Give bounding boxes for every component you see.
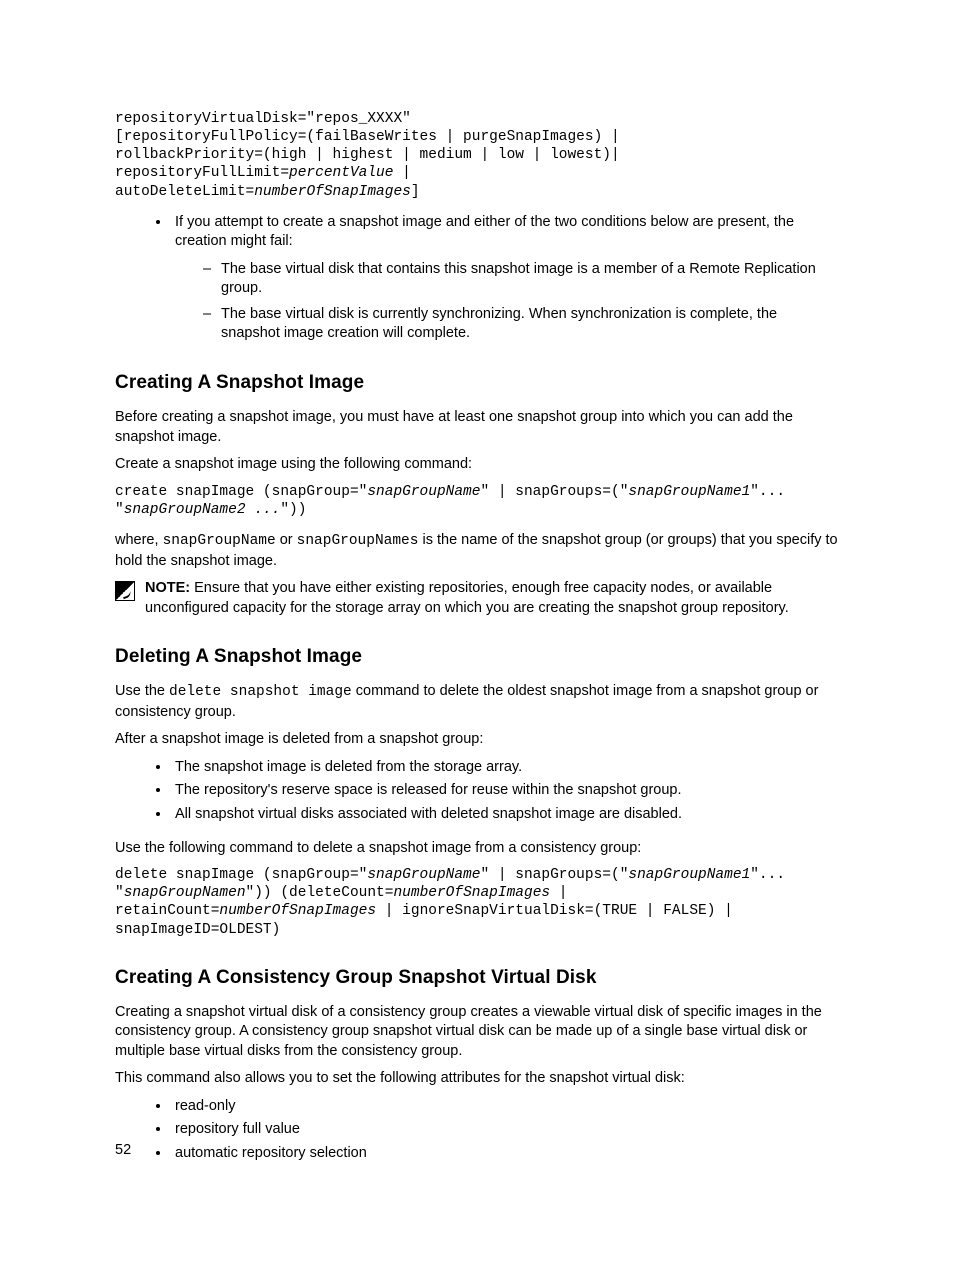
paragraph: where, snapGroupName or snapGroupNames i…: [115, 531, 839, 571]
code-block-create-snapimage: create snapImage (snapGroup="snapGroupNa…: [115, 483, 839, 519]
bullet-list-cg-attributes: read-only repository full value automati…: [115, 1097, 839, 1164]
list-item: repository full value: [171, 1120, 839, 1140]
list-item: The base virtual disk that contains this…: [203, 260, 839, 299]
document-page: repositoryVirtualDisk="repos_XXXX" [repo…: [0, 0, 954, 1268]
paragraph: This command also allows you to set the …: [115, 1069, 839, 1089]
note-text: NOTE: Ensure that you have either existi…: [145, 579, 839, 618]
list-item-text: If you attempt to create a snapshot imag…: [175, 214, 794, 250]
paragraph: Create a snapshot image using the follow…: [115, 455, 839, 475]
list-item: automatic repository selection: [171, 1144, 839, 1164]
paragraph: After a snapshot image is deleted from a…: [115, 730, 839, 750]
list-item: All snapshot virtual disks associated wi…: [171, 805, 839, 825]
paragraph: Use the following command to delete a sn…: [115, 839, 839, 859]
bullet-list-conditions: If you attempt to create a snapshot imag…: [115, 213, 839, 344]
note-callout: NOTE: Ensure that you have either existi…: [115, 579, 839, 618]
note-icon: [115, 581, 135, 601]
code-block-delete-snapimage: delete snapImage (snapGroup="snapGroupNa…: [115, 866, 839, 939]
list-item: If you attempt to create a snapshot imag…: [171, 213, 839, 344]
code-block-repository-options: repositoryVirtualDisk="repos_XXXX" [repo…: [115, 110, 839, 201]
list-item: read-only: [171, 1097, 839, 1117]
heading-creating-cg-snapshot-vdisk: Creating A Consistency Group Snapshot Vi…: [115, 967, 839, 989]
list-item: The snapshot image is deleted from the s…: [171, 758, 839, 778]
heading-deleting-snapshot-image: Deleting A Snapshot Image: [115, 646, 839, 668]
paragraph: Creating a snapshot virtual disk of a co…: [115, 1003, 839, 1062]
list-item: The repository's reserve space is releas…: [171, 781, 839, 801]
list-item: The base virtual disk is currently synch…: [203, 305, 839, 344]
sub-list: The base virtual disk that contains this…: [175, 260, 839, 344]
bullet-list-delete-effects: The snapshot image is deleted from the s…: [115, 758, 839, 825]
page-number: 52: [115, 1142, 131, 1158]
paragraph: Before creating a snapshot image, you mu…: [115, 408, 839, 447]
heading-creating-snapshot-image: Creating A Snapshot Image: [115, 372, 839, 394]
paragraph: Use the delete snapshot image command to…: [115, 682, 839, 722]
